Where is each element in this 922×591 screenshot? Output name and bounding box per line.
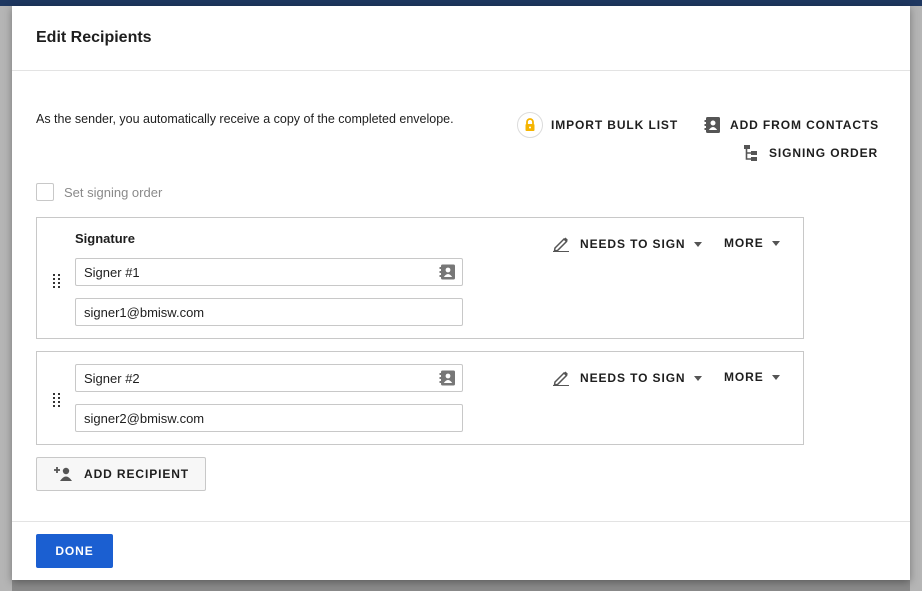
recipient-email-field[interactable] xyxy=(75,404,463,432)
recipient-more-dropdown[interactable]: MORE xyxy=(724,370,780,384)
chevron-down-icon xyxy=(693,375,702,381)
recipient-role-dropdown[interactable]: NEEDS TO SIGN xyxy=(552,236,702,252)
add-from-contacts-label: ADD FROM CONTACTS xyxy=(730,118,880,132)
drag-handle-icon[interactable] xyxy=(52,273,62,289)
contact-book-icon xyxy=(704,116,722,134)
edit-recipients-dialog: Edit Recipients As the sender, you autom… xyxy=(12,6,910,580)
recipient-card-2: NEEDS TO SIGN MORE xyxy=(36,351,804,445)
contact-book-icon[interactable] xyxy=(439,370,456,391)
done-button[interactable]: DONE xyxy=(36,534,113,568)
recipient-email-input[interactable] xyxy=(76,299,426,325)
chevron-down-icon xyxy=(771,374,780,380)
hierarchy-icon xyxy=(743,144,761,162)
recipient-name-input[interactable] xyxy=(76,365,426,391)
contact-book-icon[interactable] xyxy=(439,264,456,285)
lock-icon xyxy=(517,112,543,138)
recipient-email-input[interactable] xyxy=(76,405,426,431)
set-signing-order-checkbox[interactable] xyxy=(36,183,54,201)
page-backdrop-left xyxy=(0,6,12,591)
chevron-down-icon xyxy=(693,241,702,247)
dialog-header: Edit Recipients xyxy=(12,6,910,71)
import-bulk-list-button[interactable]: IMPORT BULK LIST xyxy=(517,112,678,138)
signing-order-button[interactable]: SIGNING ORDER xyxy=(743,144,878,162)
add-recipient-button[interactable]: ADD RECIPIENT xyxy=(36,457,206,491)
pen-icon xyxy=(552,370,570,386)
recipient-more-label: MORE xyxy=(724,370,764,384)
pen-icon xyxy=(552,236,570,252)
chevron-down-icon xyxy=(771,240,780,246)
set-signing-order-label: Set signing order xyxy=(64,184,163,200)
dialog-title: Edit Recipients xyxy=(36,29,152,46)
signing-order-label: SIGNING ORDER xyxy=(769,146,879,160)
recipient-email-field[interactable] xyxy=(75,298,463,326)
import-bulk-list-label: IMPORT BULK LIST xyxy=(551,118,679,132)
recipient-more-dropdown[interactable]: MORE xyxy=(724,236,780,250)
recipient-card-1: Signature Signer #1 signer1@bmisw.com NE… xyxy=(36,217,804,339)
drag-handle-icon[interactable] xyxy=(52,392,62,408)
recipient-role-dropdown[interactable]: NEEDS TO SIGN xyxy=(552,370,702,386)
recipient-more-label: MORE xyxy=(724,236,764,250)
add-recipient-label: ADD RECIPIENT xyxy=(84,467,190,481)
recipient-name-field[interactable] xyxy=(75,364,463,392)
dialog-footer: DONE xyxy=(12,521,910,580)
recipient-name-field[interactable] xyxy=(75,258,463,286)
sender-copy-info: As the sender, you automatically receive… xyxy=(36,112,454,126)
recipient-role-label: NEEDS TO SIGN xyxy=(580,237,686,251)
add-user-icon xyxy=(54,466,74,482)
recipient-role-label: NEEDS TO SIGN xyxy=(580,371,686,385)
recipient-name-input[interactable] xyxy=(76,259,426,285)
page-backdrop-right xyxy=(910,6,922,591)
set-signing-order-row[interactable]: Set signing order xyxy=(36,183,162,201)
add-from-contacts-button[interactable]: ADD FROM CONTACTS xyxy=(704,116,879,134)
recipient-type-label: Signature xyxy=(75,231,135,246)
